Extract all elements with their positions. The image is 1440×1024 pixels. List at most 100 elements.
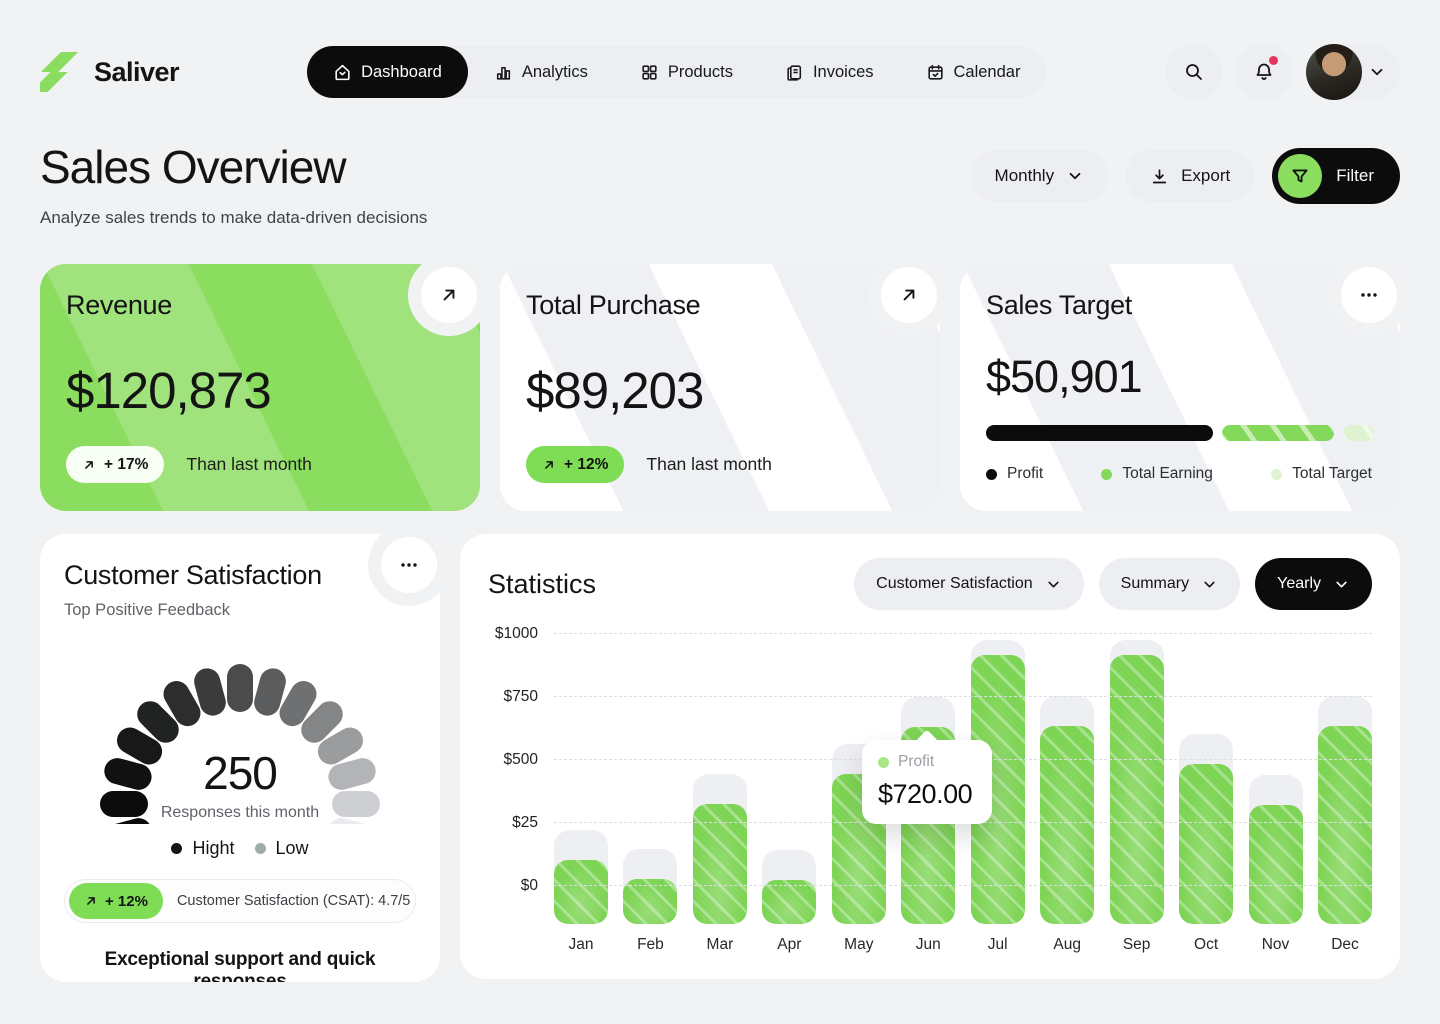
legend-total-target: Total Target: [1271, 465, 1372, 483]
topbar-actions: [1166, 44, 1400, 100]
chevron-down-icon: [1333, 576, 1350, 593]
statistics-card: Statistics Customer Satisfaction Summary…: [460, 534, 1400, 979]
legend-dot: [986, 469, 997, 480]
page-header: Sales Overview Analyze sales trends to m…: [40, 140, 1400, 228]
summary-dropdown[interactable]: Summary: [1099, 558, 1240, 610]
saliver-logo-icon: [40, 51, 82, 93]
ellipsis-icon: [398, 554, 420, 576]
second-row: Customer Satisfaction Top Positive Feedb…: [40, 534, 1400, 982]
search-icon: [1183, 61, 1205, 83]
notifications-button[interactable]: [1236, 44, 1292, 100]
nav-label: Calendar: [954, 63, 1021, 82]
revenue-value: $120,873: [66, 361, 454, 420]
legend-dot: [171, 843, 182, 854]
customer-satisfaction-title: Customer Satisfaction: [64, 560, 416, 591]
gauge-legend-high: Hight: [171, 838, 234, 859]
trend-up-icon: [84, 894, 98, 908]
main-nav: Dashboard Analytics Products Invoice: [307, 46, 1046, 98]
period-dropdown[interactable]: Monthly: [971, 150, 1109, 202]
satisfaction-gauge: 250 Responses this month: [70, 626, 410, 824]
filter-icon: [1290, 166, 1310, 186]
total-purchase-expand-button[interactable]: [881, 267, 937, 323]
customer-satisfaction-card: Customer Satisfaction Top Positive Feedb…: [40, 534, 440, 982]
home-icon: [333, 63, 352, 82]
nav-label: Dashboard: [361, 63, 442, 82]
total-purchase-value: $89,203: [526, 361, 914, 420]
arrow-up-right-icon: [439, 285, 459, 305]
filter-label: Filter: [1336, 166, 1374, 186]
sales-target-value: $50,901: [986, 351, 1374, 403]
top-navigation-bar: Saliver Dashboard Analytics Prod: [40, 44, 1400, 100]
trend-up-icon: [82, 458, 96, 472]
range-dropdown[interactable]: Yearly: [1255, 558, 1372, 610]
revenue-delta-note: Than last month: [186, 454, 311, 475]
trend-up-icon: [542, 458, 556, 472]
page-title: Sales Overview: [40, 140, 427, 194]
sales-overview-page: Saliver Dashboard Analytics Prod: [0, 0, 1440, 1024]
total-purchase-delta-badge: + 12%: [526, 446, 624, 483]
nav-item-analytics[interactable]: Analytics: [468, 46, 614, 98]
gauge-legend: Hight Low: [64, 838, 416, 859]
sales-target-legend: Profit Total Earning Total Target: [986, 465, 1374, 483]
grid-icon: [640, 63, 659, 82]
total-purchase-card: Total Purchase $89,203 + 12% Than last m…: [500, 264, 940, 511]
page-subtitle: Analyze sales trends to make data-driven…: [40, 208, 427, 228]
chevron-down-icon: [1368, 63, 1386, 81]
ellipsis-icon: [1358, 284, 1380, 306]
statistics-filters: Customer Satisfaction Summary Yearly: [854, 558, 1372, 610]
revenue-expand-button[interactable]: [421, 267, 477, 323]
nav-item-calendar[interactable]: Calendar: [900, 46, 1047, 98]
revenue-delta-badge: + 17%: [66, 446, 164, 483]
csat-delta-badge: + 12%: [69, 883, 163, 919]
total-purchase-delta-note: Than last month: [646, 454, 771, 475]
customer-satisfaction-more-button[interactable]: [381, 537, 437, 593]
nav-item-invoices[interactable]: Invoices: [759, 46, 900, 98]
search-button[interactable]: [1166, 44, 1222, 100]
period-dropdown-value: Monthly: [995, 166, 1055, 186]
nav-label: Invoices: [813, 63, 874, 82]
revenue-title: Revenue: [66, 290, 454, 321]
notification-dot: [1269, 56, 1278, 65]
nav-item-dashboard[interactable]: Dashboard: [307, 46, 468, 98]
customer-satisfaction-footer: Exceptional support and quick responses: [64, 949, 416, 982]
avatar: [1306, 44, 1362, 100]
chevron-down-icon: [1201, 576, 1218, 593]
gauge-value: 250: [70, 746, 410, 800]
nav-item-products[interactable]: Products: [614, 46, 759, 98]
legend-total-earning: Total Earning: [1101, 465, 1212, 483]
metric-dropdown[interactable]: Customer Satisfaction: [854, 558, 1084, 610]
bar-chart: $0$25$500$750$1000 Profit $720.00: [488, 632, 1372, 924]
export-button[interactable]: Export: [1126, 150, 1254, 202]
nav-label: Analytics: [522, 63, 588, 82]
legend-dot: [255, 843, 266, 854]
chart-y-axis: $0$25$500$750$1000: [488, 632, 554, 924]
legend-dot: [1101, 469, 1112, 480]
export-label: Export: [1181, 166, 1230, 186]
gauge-legend-low: Low: [255, 838, 309, 859]
chevron-down-icon: [1045, 576, 1062, 593]
calendar-icon: [926, 63, 945, 82]
user-menu[interactable]: [1306, 44, 1400, 100]
tooltip-dot: [878, 757, 889, 768]
statistics-title: Statistics: [488, 569, 596, 600]
download-icon: [1150, 167, 1169, 186]
invoice-icon: [785, 63, 804, 82]
arrow-up-right-icon: [899, 285, 919, 305]
chevron-down-icon: [1066, 167, 1084, 185]
nav-label: Products: [668, 63, 733, 82]
sales-target-progress-bar: [986, 425, 1374, 441]
total-purchase-title: Total Purchase: [526, 290, 914, 321]
legend-profit: Profit: [986, 465, 1043, 483]
gauge-caption: Responses this month: [70, 804, 410, 822]
sales-target-title: Sales Target: [986, 290, 1374, 321]
chart-tooltip: Profit $720.00: [862, 740, 992, 824]
tooltip-label: Profit: [898, 753, 934, 771]
sales-target-more-button[interactable]: [1341, 267, 1397, 323]
filter-button[interactable]: Filter: [1272, 148, 1400, 204]
brand-logo[interactable]: Saliver: [40, 51, 179, 93]
bar-chart-icon: [494, 63, 513, 82]
revenue-card: Revenue $120,873 + 17% Than last month: [40, 264, 480, 511]
csat-score-text: Customer Satisfaction (CSAT): 4.7/5: [177, 893, 410, 909]
stat-cards-row: Revenue $120,873 + 17% Than last month T…: [40, 264, 1400, 511]
csat-summary-pill: + 12% Customer Satisfaction (CSAT): 4.7/…: [64, 879, 416, 923]
